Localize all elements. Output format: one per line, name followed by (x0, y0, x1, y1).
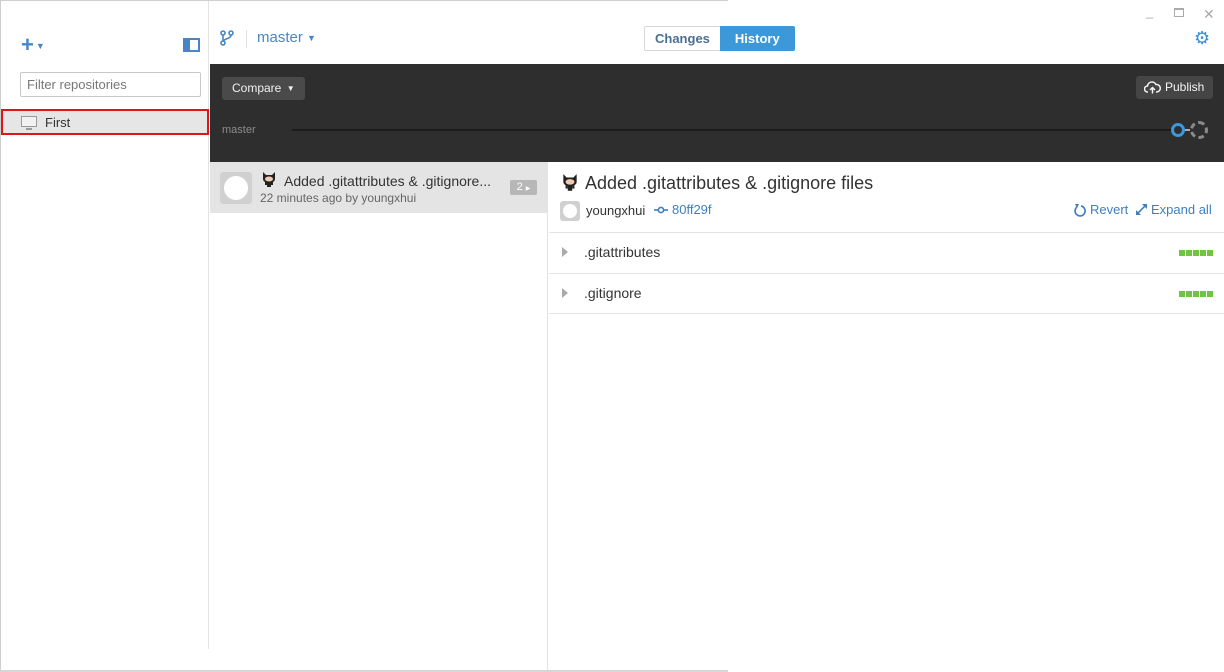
caret-down-icon: ▼ (35, 41, 45, 52)
commit-detail-title: Added .gitattributes & .gitignore files (585, 173, 874, 193)
publish-button[interactable]: Publish (1136, 76, 1214, 99)
file-name: .gitattributes (584, 244, 661, 260)
commit-list: Added .gitattributes & .gitignore... 22 … (210, 162, 548, 670)
file-count-badge[interactable]: 2 ▶ (510, 180, 537, 195)
addition-block (1200, 250, 1206, 256)
tab-changes[interactable]: Changes (644, 26, 720, 51)
sidebar: +▼ First (1, 1, 209, 649)
plus-icon: + (21, 32, 34, 57)
minimize-button[interactable]: _ (1146, 4, 1153, 19)
commit-title: Added .gitattributes & .gitignore... (284, 173, 492, 189)
addition-block (1179, 291, 1185, 297)
addition-block (1186, 250, 1192, 256)
file-count: 2 (516, 181, 523, 193)
expand-triangle-icon[interactable] (562, 288, 568, 298)
expand-triangle-icon[interactable] (562, 247, 568, 257)
expand-icon (1136, 204, 1147, 215)
commit-list-item[interactable]: Added .gitattributes & .gitignore... 22 … (210, 162, 547, 213)
avatar (220, 172, 252, 204)
octocat-icon (263, 172, 275, 187)
divider (246, 30, 247, 48)
commit-detail: Added .gitattributes & .gitignore files … (549, 162, 1224, 670)
publish-label: Publish (1165, 80, 1205, 94)
caret-down-icon: ▼ (286, 84, 295, 94)
maximize-button[interactable] (1174, 8, 1184, 17)
file-row[interactable]: .gitignore (549, 273, 1224, 314)
commit-meta: 22 minutes ago by youngxhui (260, 191, 417, 205)
revert-icon (1074, 203, 1086, 217)
uncommitted-node (1190, 121, 1208, 139)
close-button[interactable]: ✕ (1203, 6, 1215, 23)
commit-sha-link[interactable]: 80ff29f (654, 202, 712, 217)
repository-item-first[interactable]: First (1, 109, 209, 135)
revert-button[interactable]: Revert (1074, 202, 1128, 217)
timeline-track (292, 129, 1174, 131)
addition-block (1179, 250, 1185, 256)
branch-timeline: Compare ▼ Publish master (210, 64, 1224, 162)
commit-author: youngxhui (586, 203, 646, 218)
branch-selector[interactable]: master ▼ (257, 29, 316, 46)
caret-down-icon: ▼ (307, 33, 316, 44)
cloud-upload-icon (1144, 81, 1161, 94)
expand-all-button[interactable]: Expand all (1135, 202, 1212, 217)
commit-sha: 80ff29f (672, 202, 712, 217)
github-icon (563, 204, 577, 218)
diffstat (1179, 291, 1213, 297)
repository-name: First (45, 115, 71, 130)
compare-button[interactable]: Compare ▼ (222, 77, 305, 100)
addition-block (1207, 250, 1213, 256)
monitor-icon (21, 116, 37, 130)
view-tabs: Changes History (644, 26, 795, 51)
toggle-sidebar-icon[interactable] (183, 38, 200, 52)
timeline-branch-label: master (222, 124, 256, 136)
gear-icon[interactable]: ⚙ (1194, 29, 1210, 47)
commit-node[interactable] (1171, 123, 1185, 137)
github-icon (224, 176, 248, 200)
branch-name: master (257, 29, 303, 46)
compare-label: Compare (232, 81, 282, 95)
filter-repositories-input[interactable] (20, 72, 201, 97)
addition-block (1186, 291, 1192, 297)
add-repository-button[interactable]: + ▼ (21, 32, 45, 57)
caret-right-icon: ▶ (525, 186, 531, 192)
commit-icon (654, 206, 668, 213)
file-name: .gitignore (584, 285, 642, 301)
app-window: +▼ First master ▼ Changes History _ ✕ ⚙ … (0, 0, 1224, 672)
author-avatar (560, 201, 580, 221)
addition-block (1193, 291, 1199, 297)
file-row[interactable]: .gitattributes (549, 232, 1224, 273)
diffstat (1179, 250, 1213, 256)
tab-history[interactable]: History (719, 26, 795, 51)
expand-all-label: Expand all (1151, 202, 1212, 217)
addition-block (1207, 291, 1213, 297)
octocat-icon (563, 174, 577, 191)
addition-block (1200, 291, 1206, 297)
revert-label: Revert (1090, 202, 1129, 217)
addition-block (1193, 250, 1199, 256)
branch-icon (220, 30, 234, 46)
